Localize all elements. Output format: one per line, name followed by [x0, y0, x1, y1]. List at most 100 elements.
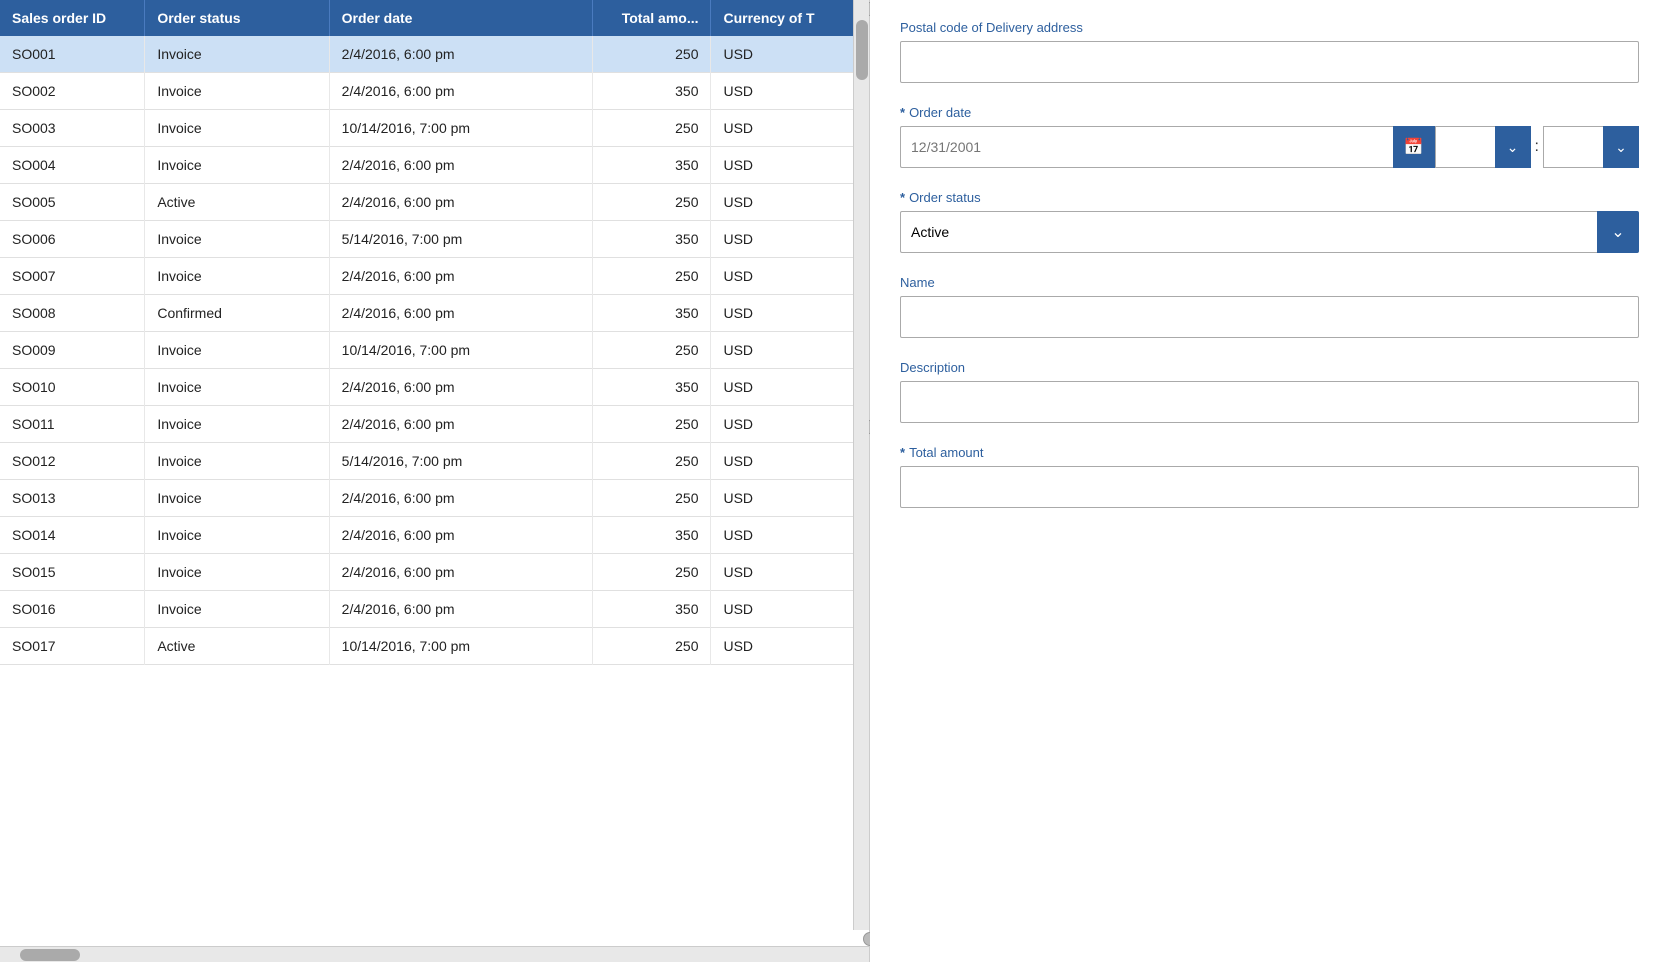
cell-amount: 250 — [592, 628, 711, 665]
table-row[interactable]: SO009Invoice10/14/2016, 7:00 pm250USD — [0, 332, 869, 369]
table-row[interactable]: SO012Invoice5/14/2016, 7:00 pm250USD — [0, 443, 869, 480]
cell-amount: 350 — [592, 591, 711, 628]
required-star-date: * — [900, 105, 905, 120]
cell-currency: USD — [711, 517, 869, 554]
cell-amount: 350 — [592, 517, 711, 554]
table-row[interactable]: SO003Invoice10/14/2016, 7:00 pm250USD — [0, 110, 869, 147]
cell-currency: USD — [711, 73, 869, 110]
table-row[interactable]: SO010Invoice2/4/2016, 6:00 pm350USD — [0, 369, 869, 406]
time-select-wrap: 00 ⌄ : 00 ⌄ — [1435, 126, 1639, 168]
cell-currency: USD — [711, 184, 869, 221]
cell-date: 10/14/2016, 7:00 pm — [329, 332, 592, 369]
cell-status: Confirmed — [145, 295, 329, 332]
total-amount-field: * Total amount — [900, 445, 1639, 508]
cell-date: 2/4/2016, 6:00 pm — [329, 258, 592, 295]
cell-status: Invoice — [145, 591, 329, 628]
cell-status: Invoice — [145, 332, 329, 369]
cell-id: SO002 — [0, 73, 145, 110]
minute-chevron-button[interactable]: ⌄ — [1603, 126, 1639, 168]
hour-input[interactable]: 00 — [1435, 126, 1495, 168]
table-row[interactable]: SO004Invoice2/4/2016, 6:00 pm350USD — [0, 147, 869, 184]
cell-status: Invoice — [145, 443, 329, 480]
cell-id: SO009 — [0, 332, 145, 369]
order-status-select[interactable]: Active Invoice Confirmed — [900, 211, 1597, 253]
hour-chevron-button[interactable]: ⌄ — [1495, 126, 1531, 168]
cell-id: SO017 — [0, 628, 145, 665]
cell-currency: USD — [711, 221, 869, 258]
cell-date: 2/4/2016, 6:00 pm — [329, 554, 592, 591]
cell-amount: 350 — [592, 73, 711, 110]
required-star-amount: * — [900, 445, 905, 460]
cell-id: SO003 — [0, 110, 145, 147]
order-status-chevron-button[interactable]: ⌄ — [1597, 211, 1639, 253]
table-row[interactable]: SO013Invoice2/4/2016, 6:00 pm250USD — [0, 480, 869, 517]
cell-id: SO012 — [0, 443, 145, 480]
col-header-status[interactable]: Order status — [145, 0, 329, 36]
cell-status: Invoice — [145, 554, 329, 591]
total-amount-input[interactable] — [900, 466, 1639, 508]
order-date-field: * Order date 📅 00 ⌄ : 00 ⌄ — [900, 105, 1639, 168]
scrollbar-thumb-v[interactable] — [856, 20, 868, 80]
table-row[interactable]: SO008Confirmed2/4/2016, 6:00 pm350USD — [0, 295, 869, 332]
cell-status: Invoice — [145, 406, 329, 443]
sales-order-table: Sales order ID Order status Order date T… — [0, 0, 869, 665]
col-header-currency[interactable]: Currency of T — [711, 0, 869, 36]
table-row[interactable]: SO001Invoice2/4/2016, 6:00 pm250USD — [0, 36, 869, 73]
postal-code-input[interactable] — [900, 41, 1639, 83]
table-body: SO001Invoice2/4/2016, 6:00 pm250USDSO002… — [0, 36, 869, 665]
table-row[interactable]: SO017Active10/14/2016, 7:00 pm250USD — [0, 628, 869, 665]
cell-date: 2/4/2016, 6:00 pm — [329, 147, 592, 184]
cell-currency: USD — [711, 554, 869, 591]
order-date-input[interactable] — [900, 126, 1393, 168]
cell-currency: USD — [711, 110, 869, 147]
table-row[interactable]: SO014Invoice2/4/2016, 6:00 pm350USD — [0, 517, 869, 554]
cell-currency: USD — [711, 628, 869, 665]
cell-currency: USD — [711, 332, 869, 369]
cell-currency: USD — [711, 258, 869, 295]
cell-amount: 250 — [592, 480, 711, 517]
table-row[interactable]: SO007Invoice2/4/2016, 6:00 pm250USD — [0, 258, 869, 295]
table-row[interactable]: SO015Invoice2/4/2016, 6:00 pm250USD — [0, 554, 869, 591]
scrollbar-thumb-h[interactable] — [20, 949, 80, 961]
table-header-row: Sales order ID Order status Order date T… — [0, 0, 869, 36]
cell-currency: USD — [711, 406, 869, 443]
required-star-status: * — [900, 190, 905, 205]
cell-date: 2/4/2016, 6:00 pm — [329, 591, 592, 628]
cell-amount: 350 — [592, 295, 711, 332]
cell-amount: 250 — [592, 406, 711, 443]
table-row[interactable]: SO005Active2/4/2016, 6:00 pm250USD — [0, 184, 869, 221]
order-date-label: * Order date — [900, 105, 1639, 120]
postal-code-label: Postal code of Delivery address — [900, 20, 1639, 35]
cell-status: Invoice — [145, 258, 329, 295]
table-panel: Sales order ID Order status Order date T… — [0, 0, 870, 962]
cell-amount: 350 — [592, 369, 711, 406]
vertical-scrollbar[interactable] — [853, 0, 869, 930]
table-row[interactable]: SO011Invoice2/4/2016, 6:00 pm250USD — [0, 406, 869, 443]
cell-amount: 250 — [592, 332, 711, 369]
minute-input[interactable]: 00 — [1543, 126, 1603, 168]
cell-date: 2/4/2016, 6:00 pm — [329, 369, 592, 406]
table-row[interactable]: SO016Invoice2/4/2016, 6:00 pm350USD — [0, 591, 869, 628]
cell-date: 2/4/2016, 6:00 pm — [329, 480, 592, 517]
time-colon: : — [1531, 138, 1543, 156]
cell-id: SO016 — [0, 591, 145, 628]
cell-currency: USD — [711, 480, 869, 517]
calendar-button[interactable]: 📅 — [1393, 126, 1435, 168]
description-input[interactable] — [900, 381, 1639, 423]
horizontal-scrollbar[interactable] — [0, 946, 869, 962]
cell-currency: USD — [711, 591, 869, 628]
table-row[interactable]: SO006Invoice5/14/2016, 7:00 pm350USD — [0, 221, 869, 258]
table-row[interactable]: SO002Invoice2/4/2016, 6:00 pm350USD — [0, 73, 869, 110]
col-header-date[interactable]: Order date — [329, 0, 592, 36]
cell-id: SO011 — [0, 406, 145, 443]
col-header-amount[interactable]: Total amo... — [592, 0, 711, 36]
name-input[interactable] — [900, 296, 1639, 338]
cell-date: 2/4/2016, 6:00 pm — [329, 73, 592, 110]
cell-status: Invoice — [145, 36, 329, 73]
cell-date: 2/4/2016, 6:00 pm — [329, 295, 592, 332]
col-header-id[interactable]: Sales order ID — [0, 0, 145, 36]
table-wrapper[interactable]: Sales order ID Order status Order date T… — [0, 0, 869, 946]
cell-date: 2/4/2016, 6:00 pm — [329, 406, 592, 443]
cell-id: SO004 — [0, 147, 145, 184]
cell-date: 2/4/2016, 6:00 pm — [329, 36, 592, 73]
